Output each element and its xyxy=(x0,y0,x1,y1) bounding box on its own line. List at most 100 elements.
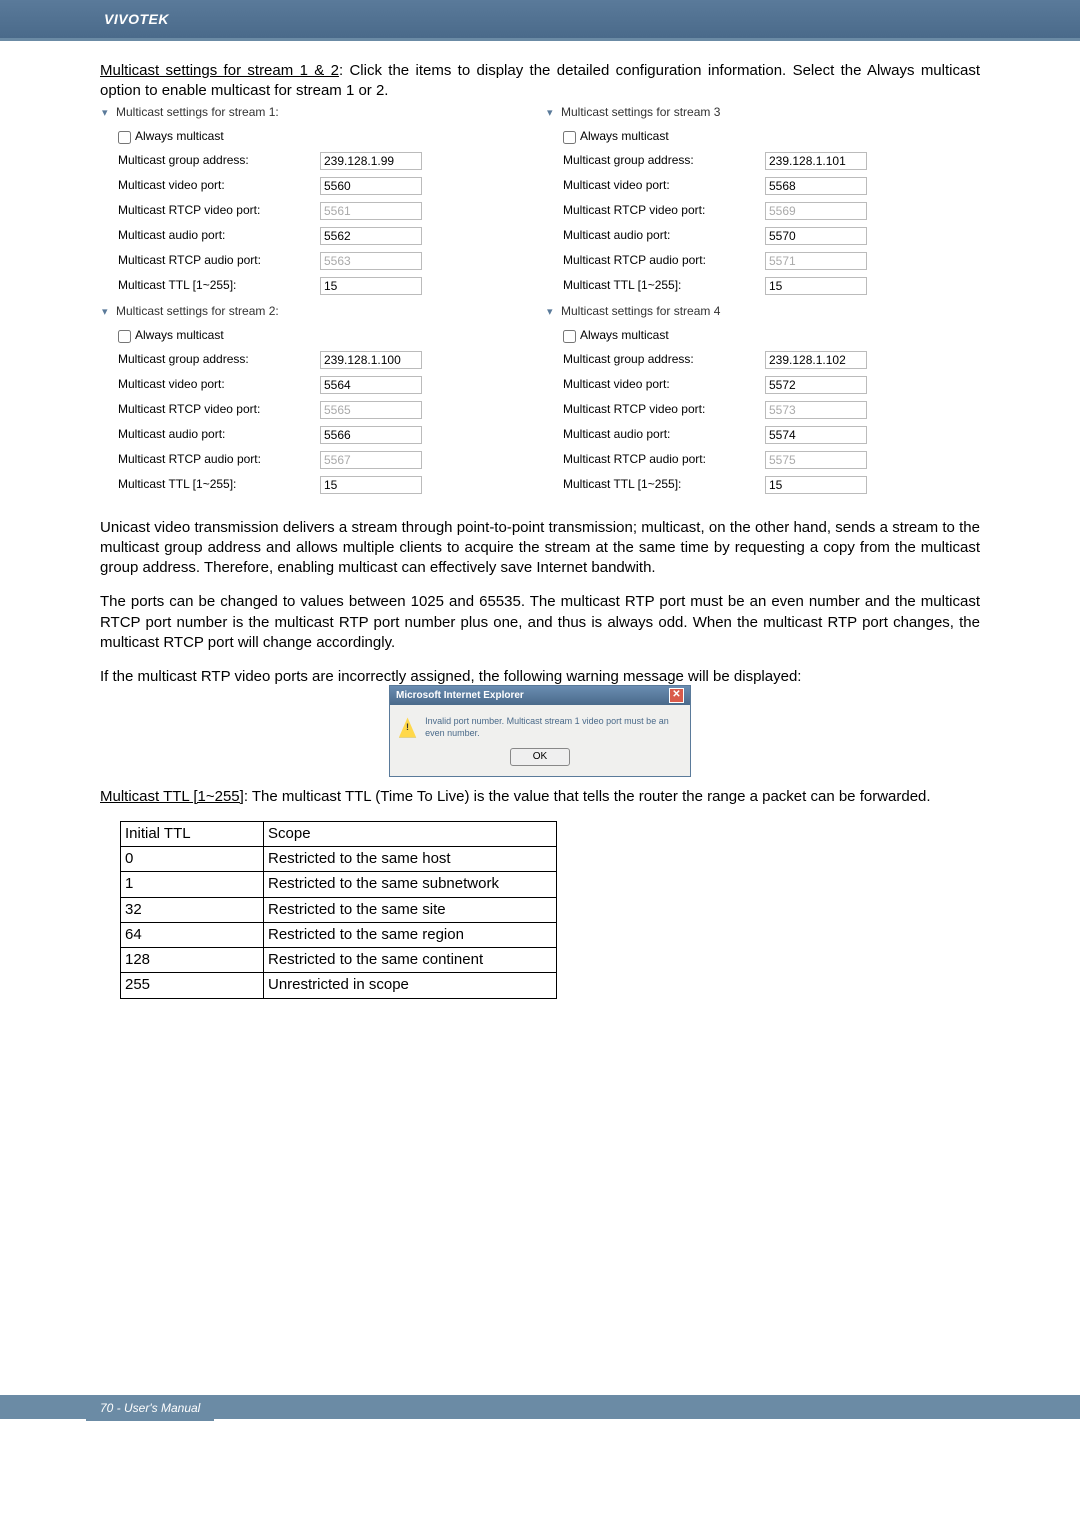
header-bar: VIVOTEK xyxy=(0,0,1080,38)
stream3-always-checkbox[interactable] xyxy=(563,131,576,144)
stream4-video-input[interactable] xyxy=(765,376,867,394)
ttl-cell: Unrestricted in scope xyxy=(264,973,557,998)
footer-bar: 70 - User's Manual xyxy=(0,1395,1080,1419)
stream2-rtcp-video-input xyxy=(320,401,422,419)
stream3-ttl-input[interactable] xyxy=(765,277,867,295)
close-icon[interactable]: ✕ xyxy=(669,688,684,703)
ttl-cell: 1 xyxy=(121,872,264,897)
dialog-body: ! Invalid port number. Multicast stream … xyxy=(390,705,690,775)
always-multicast-label: Always multicast xyxy=(135,129,224,143)
chevron-down-icon: ▾ xyxy=(547,106,561,121)
rtcp-audio-port-label: Multicast RTCP audio port: xyxy=(545,252,765,268)
chevron-down-icon: ▾ xyxy=(102,305,116,320)
ttl-table: Initial TTL Scope 0 Restricted to the sa… xyxy=(120,821,557,999)
ttl-cell: 255 xyxy=(121,973,264,998)
video-port-label: Multicast video port: xyxy=(545,177,765,193)
stream1-video-input[interactable] xyxy=(320,177,422,195)
dialog-message-row: ! Invalid port number. Multicast stream … xyxy=(398,715,682,739)
multicast-panel: ▾Multicast settings for stream 1: Always… xyxy=(100,102,980,500)
intro-paragraph: Multicast settings for stream 1 & 2: Cli… xyxy=(100,61,980,102)
chevron-down-icon: ▾ xyxy=(547,305,561,320)
stream1-ttl-input[interactable] xyxy=(320,277,422,295)
ttl-cell: 128 xyxy=(121,948,264,973)
stream4-rtcp-video-input xyxy=(765,401,867,419)
ttl-cell: Restricted to the same site xyxy=(264,897,557,922)
stream1-group-input[interactable] xyxy=(320,152,422,170)
stream4-ttl-input[interactable] xyxy=(765,476,867,494)
table-row: 1 Restricted to the same subnetwork xyxy=(121,872,557,897)
stream4-rtcp-audio-input xyxy=(765,451,867,469)
ttl-paragraph: Multicast TTL [1~255]: The multicast TTL… xyxy=(100,787,980,807)
ttl-title: Multicast TTL [1~255] xyxy=(100,788,244,805)
stream2-rtcp-audio-input xyxy=(320,451,422,469)
paragraph-2: The ports can be changed to values betwe… xyxy=(100,592,980,653)
multicast-col-right: ▾Multicast settings for stream 3 Always … xyxy=(545,102,980,500)
stream3-header[interactable]: ▾Multicast settings for stream 3 xyxy=(545,102,885,122)
stream4-header[interactable]: ▾Multicast settings for stream 4 xyxy=(545,301,885,321)
rtcp-video-port-label: Multicast RTCP video port: xyxy=(545,202,765,218)
stream2-audio-input[interactable] xyxy=(320,426,422,444)
ttl-label: Multicast TTL [1~255]: xyxy=(545,277,765,293)
stream2-ttl-input[interactable] xyxy=(320,476,422,494)
stream3-rtcp-video-input xyxy=(765,202,867,220)
stream2-always-checkbox[interactable] xyxy=(118,330,131,343)
warning-icon: ! xyxy=(398,716,417,738)
stream4-group-input[interactable] xyxy=(765,351,867,369)
multicast-block-stream3: ▾Multicast settings for stream 3 Always … xyxy=(545,102,980,301)
stream2-group-input[interactable] xyxy=(320,351,422,369)
table-row: 64 Restricted to the same region xyxy=(121,922,557,947)
stream4-always-row: Always multicast xyxy=(545,327,885,343)
multicast-block-stream4: ▾Multicast settings for stream 4 Always … xyxy=(545,301,980,500)
stream3-group-input[interactable] xyxy=(765,152,867,170)
stream2-header[interactable]: ▾Multicast settings for stream 2: xyxy=(100,301,440,321)
dialog-titlebar: Microsoft Internet Explorer ✕ xyxy=(390,686,690,705)
audio-port-label: Multicast audio port: xyxy=(100,426,320,442)
ttl-cell: Restricted to the same subnetwork xyxy=(264,872,557,897)
ttl-cell: Restricted to the same host xyxy=(264,847,557,872)
stream3-audio-input[interactable] xyxy=(765,227,867,245)
always-multicast-label: Always multicast xyxy=(135,328,224,342)
stream1-header[interactable]: ▾Multicast settings for stream 1: xyxy=(100,102,440,122)
intro-title: Multicast settings for stream 1 & 2 xyxy=(100,62,339,79)
stream3-video-input[interactable] xyxy=(765,177,867,195)
warning-dialog: Microsoft Internet Explorer ✕ ! Invalid … xyxy=(389,685,691,776)
stream4-always-checkbox[interactable] xyxy=(563,330,576,343)
audio-port-label: Multicast audio port: xyxy=(100,227,320,243)
dialog-title-text: Microsoft Internet Explorer xyxy=(396,689,524,703)
rtcp-video-port-label: Multicast RTCP video port: xyxy=(100,202,320,218)
dialog-message: Invalid port number. Multicast stream 1 … xyxy=(425,715,682,739)
rtcp-video-port-label: Multicast RTCP video port: xyxy=(100,401,320,417)
stream4-audio-input[interactable] xyxy=(765,426,867,444)
stream2-always-row: Always multicast xyxy=(100,327,440,343)
paragraph-3: If the multicast RTP video ports are inc… xyxy=(100,668,801,685)
paragraph-3-row: If the multicast RTP video ports are inc… xyxy=(100,667,980,777)
table-row: 255 Unrestricted in scope xyxy=(121,973,557,998)
multicast-block-stream2: ▾Multicast settings for stream 2: Always… xyxy=(100,301,535,500)
video-port-label: Multicast video port: xyxy=(545,376,765,392)
multicast-col-left: ▾Multicast settings for stream 1: Always… xyxy=(100,102,535,500)
ttl-label: Multicast TTL [1~255]: xyxy=(100,277,320,293)
stream1-audio-input[interactable] xyxy=(320,227,422,245)
stream2-video-input[interactable] xyxy=(320,376,422,394)
table-row: 128 Restricted to the same continent xyxy=(121,948,557,973)
stream1-rtcp-video-input xyxy=(320,202,422,220)
paragraph-1: Unicast video transmission delivers a st… xyxy=(100,518,980,579)
ttl-cell: 64 xyxy=(121,922,264,947)
ttl-cell: 0 xyxy=(121,847,264,872)
ttl-label: Multicast TTL [1~255]: xyxy=(545,476,765,492)
ttl-header-1: Scope xyxy=(264,821,557,846)
group-addr-label: Multicast group address: xyxy=(545,152,765,168)
ttl-cell: 32 xyxy=(121,897,264,922)
stream1-always-checkbox[interactable] xyxy=(118,131,131,144)
stream1-rtcp-audio-input xyxy=(320,252,422,270)
stream3-rtcp-audio-input xyxy=(765,252,867,270)
stream3-always-row: Always multicast xyxy=(545,128,885,144)
footer-page-label: 70 - User's Manual xyxy=(86,1395,214,1421)
ttl-header-0: Initial TTL xyxy=(121,821,264,846)
always-multicast-label: Always multicast xyxy=(580,129,669,143)
dialog-ok-button[interactable]: OK xyxy=(510,748,570,766)
header-divider xyxy=(0,38,1080,41)
ttl-cell: Restricted to the same continent xyxy=(264,948,557,973)
group-addr-label: Multicast group address: xyxy=(100,351,320,367)
video-port-label: Multicast video port: xyxy=(100,177,320,193)
